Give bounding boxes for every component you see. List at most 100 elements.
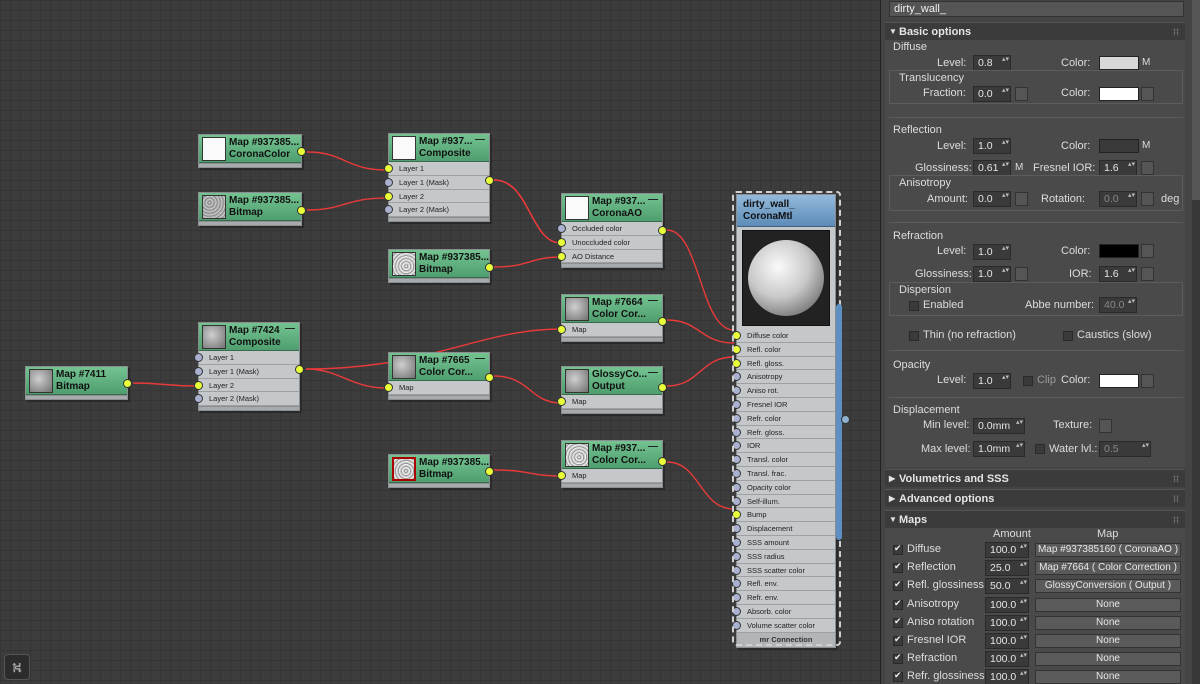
node-bitmap-a[interactable]: Map #937385... Bitmap <box>198 192 306 226</box>
slot-layer1-mask[interactable]: Layer 1 (Mask) <box>194 365 299 379</box>
material-slot[interactable]: Refr. env. <box>732 591 835 605</box>
input-port[interactable] <box>732 441 741 451</box>
material-slot[interactable]: Transl. color <box>732 453 835 467</box>
ior-spinner[interactable]: 1.6 <box>1099 266 1137 282</box>
dispersion-enabled-checkbox[interactable] <box>909 301 919 311</box>
material-slot[interactable]: SSS amount <box>732 536 835 550</box>
map-slot-button[interactable]: None <box>1035 634 1181 648</box>
slot-map[interactable]: Map <box>557 395 662 409</box>
anisotropy-rotation-spinner[interactable]: 0.0 <box>1099 191 1137 207</box>
refraction-level-spinner[interactable]: 1.0 <box>973 244 1011 260</box>
node-corona-color[interactable]: Map #937385... CoronaColor <box>198 134 306 168</box>
node-editor-canvas[interactable]: Map #937385... CoronaColor Map #937385...… <box>0 0 880 684</box>
caustics-checkbox[interactable] <box>1063 331 1073 341</box>
input-port[interactable] <box>732 455 741 465</box>
input-port[interactable] <box>732 399 741 409</box>
input-port[interactable] <box>732 579 741 589</box>
input-port[interactable] <box>732 606 741 616</box>
input-port[interactable] <box>732 496 741 506</box>
fresnel-map-button[interactable] <box>1141 161 1154 175</box>
node-color-correction-937[interactable]: Map #937... Color Cor... — Map <box>557 440 667 488</box>
opacity-map-button[interactable] <box>1141 374 1154 388</box>
slot-layer2[interactable]: Layer 2 <box>194 379 299 393</box>
slot-map[interactable]: Map <box>557 323 662 337</box>
displacement-texture-button[interactable] <box>1099 419 1112 433</box>
input-port[interactable] <box>732 427 741 437</box>
map-enable-checkbox[interactable] <box>893 598 903 610</box>
fresnel-ior-spinner[interactable]: 1.6 <box>1099 160 1137 176</box>
input-port[interactable] <box>732 593 741 603</box>
map-amount-spinner[interactable]: 100.0 <box>985 633 1029 649</box>
slot-map[interactable]: Map <box>384 381 489 395</box>
map-enable-checkbox[interactable] <box>893 670 903 683</box>
slot-layer1[interactable]: Layer 1 <box>384 162 489 176</box>
node-composite-a[interactable]: Map #937... Composite — Layer 1 Layer 1 (M… <box>384 133 494 223</box>
slot-map[interactable]: Map <box>557 469 662 483</box>
map-slot-button[interactable]: GlossyConversion ( Output ) <box>1035 579 1181 594</box>
map-slot-button[interactable]: None <box>1035 652 1181 667</box>
input-port[interactable] <box>732 331 741 340</box>
ior-map-button[interactable] <box>1141 267 1154 281</box>
slot-layer2[interactable]: Layer 2 <box>384 190 489 204</box>
material-slot[interactable]: Transl. frac. <box>732 467 835 481</box>
rollout-header-maps[interactable]: ▼ Maps ⁞⁞ <box>885 510 1185 528</box>
rollout-header-volumetrics[interactable]: ▶ Volumetrics and SSS ⁞⁞ <box>885 469 1185 487</box>
reflection-map-button[interactable]: M <box>1142 140 1150 151</box>
node-composite-7424[interactable]: Map #7424 Composite — Layer 1 Layer 1 (Mas… <box>194 322 304 412</box>
slot-unoccluded-color[interactable]: Unoccluded color <box>557 236 662 250</box>
material-slot[interactable]: Refr. color <box>732 412 835 426</box>
output-port[interactable] <box>658 226 667 235</box>
water-level-spinner[interactable]: 0.5 <box>1099 441 1151 457</box>
displacement-min-spinner[interactable]: 0.0mm <box>973 418 1025 434</box>
material-slot[interactable]: Aniso rot. <box>732 384 835 398</box>
map-enable-checkbox[interactable] <box>893 561 903 574</box>
map-amount-spinner[interactable]: 25.0 <box>985 560 1029 577</box>
diffuse-color-swatch[interactable] <box>1099 56 1139 70</box>
output-port[interactable] <box>123 379 132 388</box>
material-slot[interactable]: Diffuse color <box>732 329 835 343</box>
thin-checkbox[interactable] <box>909 331 919 341</box>
fraction-map-button[interactable] <box>1015 87 1028 101</box>
input-port[interactable] <box>732 510 741 520</box>
output-port[interactable] <box>297 206 306 215</box>
aniso-amount-map-button[interactable] <box>1015 192 1028 206</box>
map-enable-checkbox[interactable] <box>893 634 903 646</box>
node-bitmap-b[interactable]: Map #937385... Bitmap <box>388 249 494 283</box>
aniso-rotation-map-button[interactable] <box>1141 192 1154 206</box>
glossiness-map-button[interactable]: M <box>1015 162 1023 173</box>
output-port[interactable] <box>658 383 667 392</box>
input-port[interactable] <box>732 537 741 547</box>
material-slot[interactable]: Bump <box>732 508 835 523</box>
node-corona-mtl[interactable]: dirty_wall_ CoronaMtl Diffuse color Refl. … <box>732 194 836 648</box>
slot-layer1[interactable]: Layer 1 <box>194 351 299 365</box>
material-slot[interactable]: Anisotropy <box>732 370 835 385</box>
refr-gloss-map-button[interactable] <box>1015 267 1028 281</box>
input-port[interactable] <box>732 620 741 630</box>
opacity-color-swatch[interactable] <box>1099 374 1139 388</box>
material-slot[interactable]: SSS radius <box>732 550 835 564</box>
slot-layer2-mask[interactable]: Layer 2 (Mask) <box>384 203 489 218</box>
material-slot[interactable]: Refl. env. <box>732 577 835 592</box>
refraction-glossiness-spinner[interactable]: 1.0 <box>973 266 1011 282</box>
material-slot[interactable]: Displacement <box>732 522 835 536</box>
material-slot[interactable]: Refr. gloss. <box>732 426 835 440</box>
input-port[interactable] <box>732 413 741 423</box>
clip-checkbox[interactable] <box>1023 376 1033 386</box>
mr-connection[interactable]: mr Connection <box>737 632 835 647</box>
node-bitmap-7411[interactable]: Map #7411 Bitmap <box>25 366 132 400</box>
output-port[interactable] <box>485 467 494 476</box>
reflection-color-swatch[interactable] <box>1099 139 1139 153</box>
material-slot[interactable]: SSS scatter color <box>732 564 835 578</box>
slot-layer1-mask[interactable]: Layer 1 (Mask) <box>384 176 489 190</box>
material-slot[interactable]: Volume scatter color <box>732 619 835 633</box>
abbe-number-spinner[interactable]: 40.0 <box>1099 297 1137 313</box>
slot-occluded-color[interactable]: Occluded color <box>557 222 662 236</box>
translucency-color-swatch[interactable] <box>1099 87 1139 101</box>
material-slot[interactable]: Self-illum. <box>732 495 835 509</box>
map-amount-spinner[interactable]: 50.0 <box>985 578 1029 595</box>
map-slot-button[interactable]: None <box>1035 670 1181 684</box>
output-port[interactable] <box>658 457 667 466</box>
map-enable-checkbox[interactable] <box>893 616 903 628</box>
map-slot-button[interactable]: None <box>1035 615 1181 630</box>
map-slot-button[interactable]: None <box>1035 597 1181 612</box>
